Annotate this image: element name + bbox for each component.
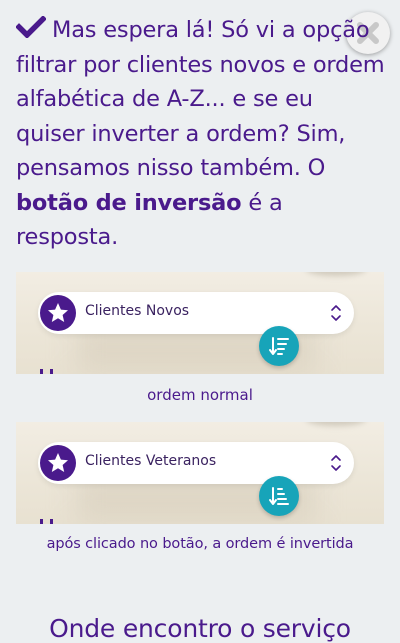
normal-order-caption: ordem normal: [147, 386, 253, 404]
filter-label: Clientes Novos: [85, 303, 190, 319]
sort-ascending-icon: [269, 487, 289, 505]
intro-paragraph: Mas espera lá! Só vi a opção filtrar por…: [16, 13, 388, 255]
filter-label: Clientes Veteranos: [85, 453, 217, 469]
inverted-order-caption: após clicado no botão, a ordem é inverti…: [46, 536, 354, 552]
star-icon: [40, 295, 76, 331]
sort-order-button[interactable]: [259, 476, 299, 516]
filter-select[interactable]: Clientes Novos: [38, 292, 354, 334]
sort-order-button[interactable]: [259, 326, 299, 366]
star-icon: [40, 445, 76, 481]
intro-bold-text: botão de inversão: [16, 189, 242, 216]
filter-select[interactable]: Clientes Veteranos: [38, 442, 354, 484]
chevron-updown-icon: [331, 455, 341, 471]
normal-order-screenshot: Clientes Novos: [16, 272, 384, 374]
intro-text: Mas espera lá! Só vi a opção filtrar por…: [16, 17, 385, 181]
checkmark-icon: [16, 16, 46, 38]
section-heading: Onde encontro o serviço: [49, 614, 351, 643]
chevron-updown-icon: [331, 305, 341, 321]
sort-descending-icon: [269, 337, 289, 355]
inverted-order-screenshot: Clientes Veteranos: [16, 422, 384, 524]
